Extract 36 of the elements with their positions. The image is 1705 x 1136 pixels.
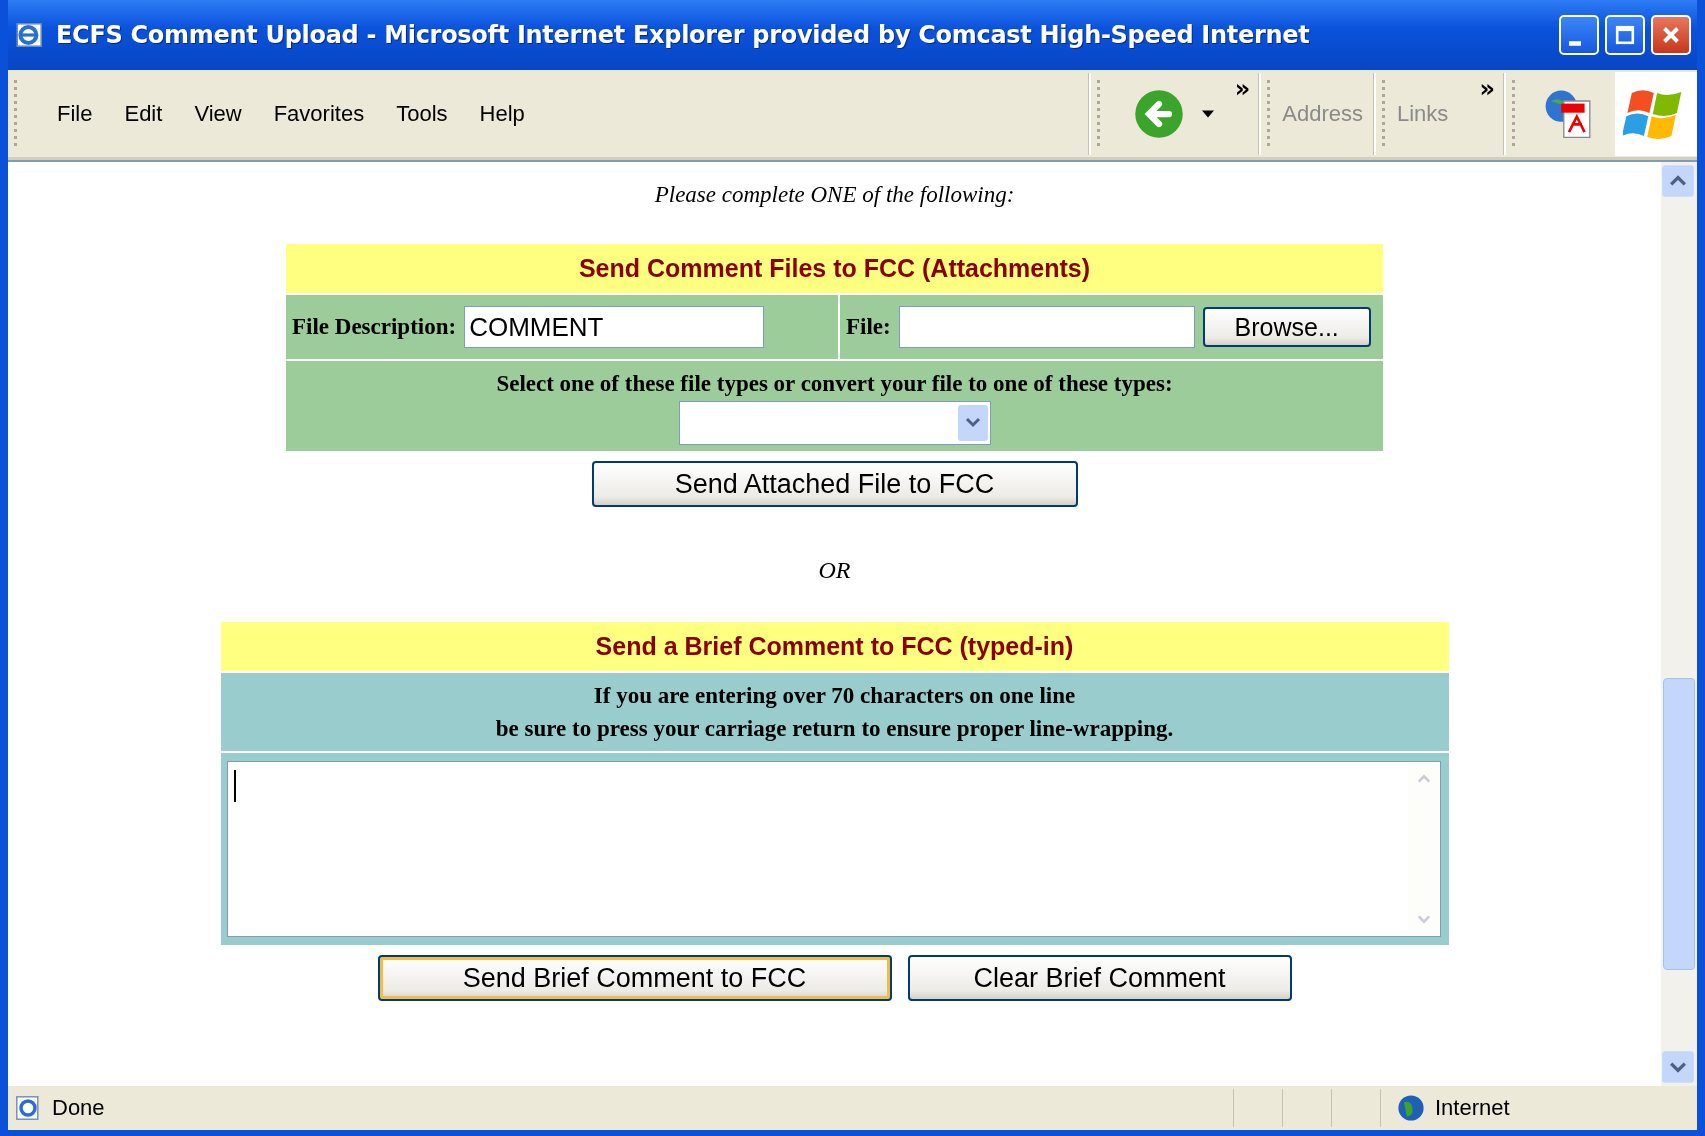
browse-button[interactable]: Browse... [1202, 307, 1371, 347]
menu-item[interactable]: View [178, 100, 258, 127]
file-type-dropdown[interactable] [678, 401, 991, 445]
chevron[interactable]: » [1234, 74, 1251, 103]
maximize-button[interactable] [1605, 15, 1645, 55]
file-description-field[interactable]: COMMENT [464, 306, 765, 348]
send-attached-file-button[interactable]: Send Attached File to FCC [591, 461, 1078, 507]
field-label: File Description: [292, 314, 457, 340]
menu-item[interactable]: Help [463, 100, 541, 127]
close-button[interactable] [1651, 15, 1691, 55]
menu-item[interactable]: Edit [108, 100, 179, 127]
security-zone-text: Internet [1435, 1095, 1510, 1121]
status-text: Done [52, 1095, 105, 1121]
minimize-icon [1569, 40, 1581, 46]
field-label: File: [846, 314, 891, 340]
instruction-text: Please complete ONE of the following: [654, 182, 1015, 208]
line-wrapping-note: If you are entering over 70 characters on one line be sure to press your carriage return to ensure proper line-wrapping. [220, 673, 1449, 751]
scrollbar[interactable] [1661, 162, 1697, 1086]
scroll-up-button[interactable] [1661, 164, 1695, 198]
file-path-field[interactable] [898, 306, 1195, 348]
section-heading: Send Comment Files to FCC (Attachments) [286, 244, 1383, 293]
chevron[interactable]: » [1479, 74, 1495, 103]
minimize-button[interactable] [1559, 15, 1599, 55]
file-type-instruction: Select one of these file types or convert your file to one of these types: [496, 371, 1173, 397]
form-button[interactable]: Send Brief Comment to FCC [377, 955, 892, 1001]
menu-item[interactable]: Favorites [257, 100, 381, 127]
page-icon [14, 1094, 42, 1122]
dropdown-caret-icon[interactable] [1202, 109, 1215, 118]
section-heading: Send a Brief Comment to FCC (typed-in) [220, 622, 1449, 671]
menu-item[interactable]: File [41, 100, 109, 127]
form-button[interactable]: Clear Brief Comment [907, 955, 1292, 1001]
separator-text: OR [818, 557, 851, 584]
window-title: ECFS Comment Upload - Microsoft Internet Explorer provided by Comcast High-Speed Internet [56, 21, 1311, 49]
globe-icon [1397, 1094, 1425, 1122]
scroll-down-button[interactable] [1661, 1050, 1695, 1084]
menu-item[interactable]: Tools [380, 100, 464, 127]
